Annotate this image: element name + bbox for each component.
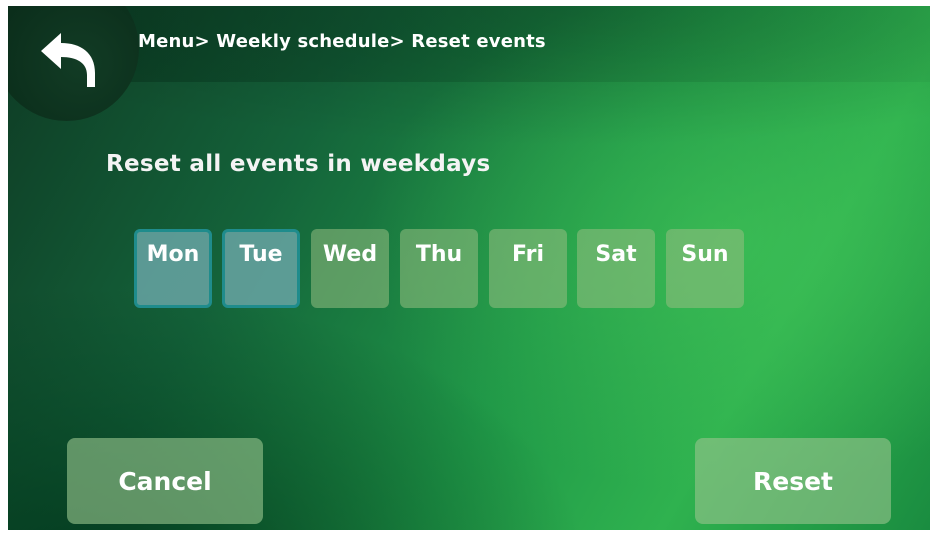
breadcrumb: Menu> Weekly schedule> Reset events xyxy=(138,31,546,52)
cancel-button[interactable]: Cancel xyxy=(67,438,263,524)
day-toggle-tue[interactable]: Tue xyxy=(222,229,300,308)
thermostat-screen: Menu> Weekly schedule> Reset events Rese… xyxy=(8,6,930,530)
page-title: Reset all events in weekdays xyxy=(106,151,491,177)
day-toggle-wed[interactable]: Wed xyxy=(311,229,389,308)
day-toggle-sun[interactable]: Sun xyxy=(666,229,744,308)
back-arrow-icon xyxy=(41,33,95,87)
day-toggle-sat[interactable]: Sat xyxy=(577,229,655,308)
day-toggle-thu[interactable]: Thu xyxy=(400,229,478,308)
back-button[interactable] xyxy=(8,6,139,121)
day-toggle-mon[interactable]: Mon xyxy=(134,229,212,308)
reset-button[interactable]: Reset xyxy=(695,438,891,524)
day-toggle-fri[interactable]: Fri xyxy=(489,229,567,308)
